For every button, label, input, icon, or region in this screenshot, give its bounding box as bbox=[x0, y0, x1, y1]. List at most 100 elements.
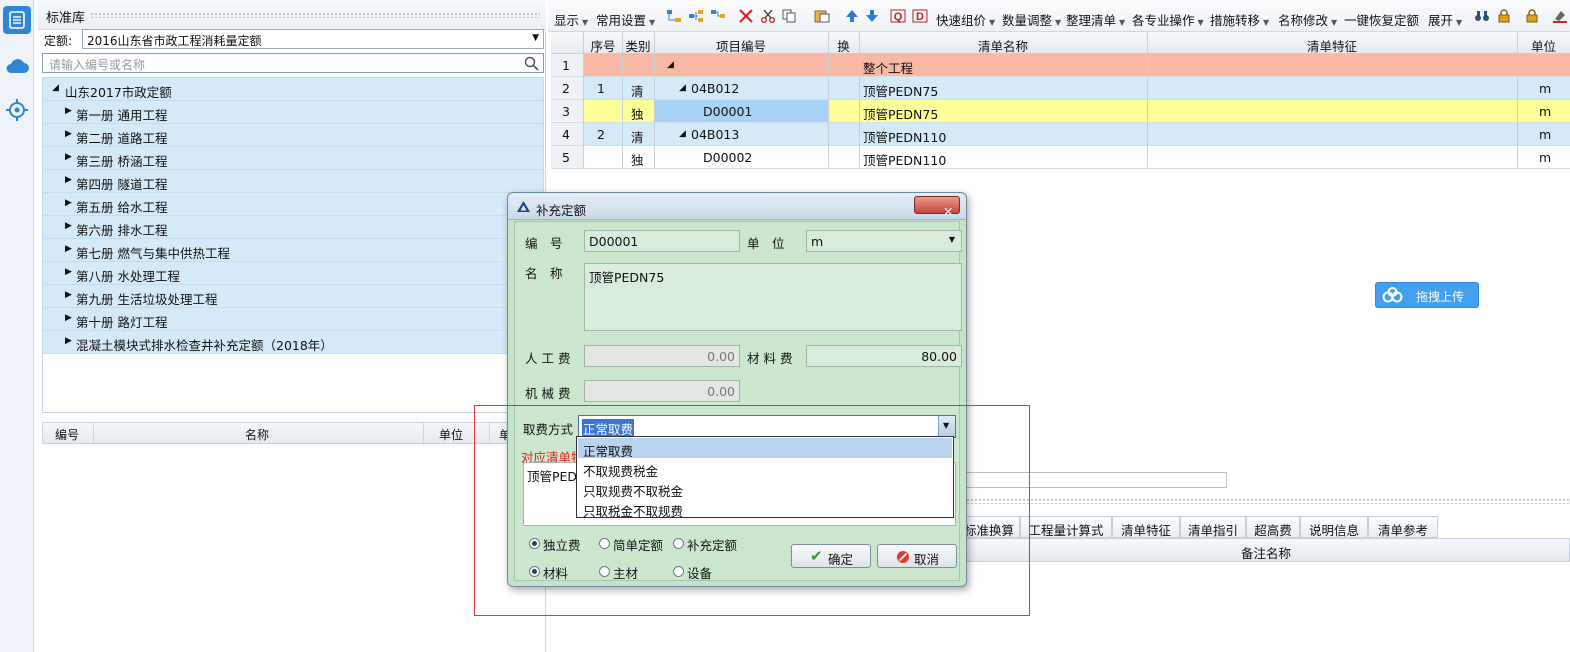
tab-quantity-formula[interactable]: 工程量计算式 bbox=[1020, 516, 1112, 538]
tree-item[interactable]: ▶ 第二册 道路工程 bbox=[43, 124, 543, 147]
tree-item[interactable]: ▶ 第四册 隧道工程 bbox=[43, 170, 543, 193]
toolbar-common-settings[interactable]: 常用设置 ▼ bbox=[596, 10, 655, 29]
column-header-name: 清单名称 bbox=[977, 39, 1028, 54]
tree-item[interactable]: ▶ 第七册 燃气与集中供热工程 bbox=[43, 239, 543, 262]
upload-button-label: 拖拽上传 bbox=[1416, 290, 1465, 304]
collapsed-triangle-icon[interactable]: ▶ bbox=[65, 313, 72, 323]
move-up-icon[interactable] bbox=[844, 9, 860, 23]
paste-icon[interactable] bbox=[814, 9, 830, 23]
table-row[interactable]: 2 1 清 ◢ 04B012 顶管PEDN75 m bbox=[551, 77, 1570, 100]
code-field[interactable]: D00001 bbox=[584, 230, 740, 252]
dialog-title-bar[interactable]: 补充定额 ✕ bbox=[508, 193, 966, 220]
left-icon-rail bbox=[0, 0, 34, 652]
collapsed-triangle-icon[interactable]: ▶ bbox=[65, 290, 72, 300]
collapsed-triangle-icon[interactable]: ▶ bbox=[65, 129, 72, 139]
tree-item[interactable]: ▶ 第三册 桥涵工程 bbox=[43, 147, 543, 170]
collapsed-triangle-icon[interactable]: ▶ bbox=[65, 244, 72, 254]
column-header-unit: 单位 bbox=[439, 428, 464, 442]
close-button[interactable]: ✕ bbox=[914, 196, 960, 219]
document-list-icon[interactable] bbox=[3, 6, 31, 34]
cut-icon[interactable] bbox=[760, 9, 776, 23]
tab-description[interactable]: 说明信息 bbox=[1300, 516, 1368, 538]
machine-fee-field[interactable]: 0.00 bbox=[584, 380, 740, 402]
expanded-triangle-icon[interactable]: ◢ bbox=[52, 83, 59, 93]
toolbar-specialty-ops[interactable]: 各专业操作 ▼ bbox=[1132, 10, 1204, 29]
cell-type: 独 bbox=[631, 153, 644, 168]
tree-move-icon[interactable] bbox=[710, 9, 726, 23]
tab-list-reference[interactable]: 清单参考 bbox=[1368, 516, 1438, 538]
toolbar-expand[interactable]: 展开 ▼ bbox=[1428, 10, 1462, 29]
code-label: 编 号 bbox=[525, 236, 563, 251]
expanded-triangle-icon[interactable]: ◢ bbox=[667, 60, 674, 70]
material-fee-field[interactable]: 80.00 bbox=[806, 345, 962, 367]
tree-item[interactable]: ▶ 第五册 给水工程 bbox=[43, 193, 543, 216]
toolbar-display[interactable]: 显示 ▼ bbox=[554, 10, 588, 29]
library-search-input[interactable]: 请输入编号或名称 bbox=[42, 53, 544, 73]
chevron-down-icon: ▼ bbox=[989, 18, 996, 27]
drag-upload-button[interactable]: 拖拽上传 bbox=[1375, 282, 1479, 308]
cell-unit: m bbox=[1539, 150, 1552, 165]
toolbar-quantity-adjust[interactable]: 数量调整 ▼ bbox=[1002, 10, 1061, 29]
column-header-code: 编号 bbox=[55, 428, 80, 442]
define-icon[interactable]: D bbox=[912, 9, 928, 23]
cloud-icon[interactable] bbox=[3, 52, 31, 80]
tree-root[interactable]: ◢ 山东2017市政定额 bbox=[43, 78, 543, 101]
collapsed-triangle-icon[interactable]: ▶ bbox=[65, 336, 72, 346]
collapsed-triangle-icon[interactable]: ▶ bbox=[65, 267, 72, 277]
lock-icon[interactable] bbox=[1496, 9, 1512, 23]
cell-name: 整个工程 bbox=[863, 61, 914, 76]
name-textarea[interactable]: 顶管PEDN75 bbox=[584, 263, 962, 331]
tab-list-feature[interactable]: 清单特征 bbox=[1112, 516, 1180, 538]
unit-select[interactable]: m ▼ bbox=[806, 230, 962, 252]
table-row[interactable]: 5 独 D00002 顶管PEDN110 m bbox=[551, 146, 1570, 169]
collapsed-triangle-icon[interactable]: ▶ bbox=[65, 221, 72, 231]
highlight-annotation-box bbox=[474, 405, 1030, 616]
collapsed-triangle-icon[interactable]: ▶ bbox=[65, 106, 72, 116]
tree-item[interactable]: ▶ 第八册 水处理工程 bbox=[43, 262, 543, 285]
column-header-seq: 序号 bbox=[590, 39, 616, 54]
tree-item[interactable]: ▶ 第十册 路灯工程 bbox=[43, 308, 543, 331]
library-title: 标准库 bbox=[46, 11, 86, 26]
title-grip bbox=[90, 12, 540, 18]
toolbar-restore-quota[interactable]: 一键恢复定额 bbox=[1344, 10, 1419, 29]
labor-fee-field[interactable]: 0.00 bbox=[584, 345, 740, 367]
toolbar-organize-list[interactable]: 整理清单 ▼ bbox=[1066, 10, 1125, 29]
tree-item[interactable]: ▶ 第六册 排水工程 bbox=[43, 216, 543, 239]
chevron-down-icon: ▼ bbox=[1197, 18, 1204, 27]
tree-item[interactable]: ▶ 第九册 生活垃圾处理工程 bbox=[43, 285, 543, 308]
search-icon[interactable] bbox=[524, 56, 539, 71]
expanded-triangle-icon[interactable]: ◢ bbox=[679, 129, 686, 139]
move-down-icon[interactable] bbox=[864, 9, 880, 23]
toolbar-rename[interactable]: 名称修改 ▼ bbox=[1278, 10, 1337, 29]
quota-select[interactable]: 2016山东省市政工程消耗量定额 ▼ bbox=[82, 29, 544, 49]
row-number: 3 bbox=[562, 104, 570, 119]
expanded-triangle-icon[interactable]: ◢ bbox=[679, 83, 686, 93]
target-icon[interactable] bbox=[3, 96, 31, 124]
cell-unit: m bbox=[1539, 104, 1552, 119]
collapsed-triangle-icon[interactable]: ▶ bbox=[65, 175, 72, 185]
color-icon[interactable] bbox=[1552, 9, 1568, 23]
tree-add-child-icon[interactable] bbox=[688, 9, 704, 23]
tree-item[interactable]: ▶ 第一册 通用工程 bbox=[43, 101, 543, 124]
query-icon[interactable]: Q bbox=[890, 9, 906, 23]
collapsed-triangle-icon[interactable]: ▶ bbox=[65, 198, 72, 208]
toolbar-quick-pricing[interactable]: 快速组价 ▼ bbox=[936, 10, 995, 29]
tab-list-guide[interactable]: 清单指引 bbox=[1180, 516, 1246, 538]
collapsed-triangle-icon[interactable]: ▶ bbox=[65, 152, 72, 162]
cell-type: 清 bbox=[631, 84, 644, 99]
copy-icon[interactable] bbox=[782, 9, 798, 23]
splitter-grip[interactable] bbox=[958, 498, 1570, 504]
tree-item[interactable]: ▶ 混凝土模块式排水检查井补充定额（2018年） bbox=[43, 331, 543, 354]
delete-icon[interactable] bbox=[738, 9, 754, 23]
tree-insert-icon[interactable] bbox=[666, 9, 682, 23]
row-number: 5 bbox=[562, 150, 570, 165]
baidu-cloud-icon bbox=[1382, 287, 1403, 303]
lock-icon[interactable] bbox=[1524, 9, 1540, 23]
table-row[interactable]: 4 2 清 ◢ 04B013 顶管PEDN110 m bbox=[551, 123, 1570, 146]
toolbar-measure-transfer[interactable]: 措施转移 ▼ bbox=[1210, 10, 1269, 29]
find-icon[interactable] bbox=[1474, 9, 1490, 23]
table-row[interactable]: 3 独 D00001 顶管PEDN75 m bbox=[551, 100, 1570, 123]
tab-overheight-fee[interactable]: 超高费 bbox=[1246, 516, 1300, 538]
unit-label: 单 位 bbox=[747, 236, 785, 251]
table-row[interactable]: 1 ◢ 整个工程 bbox=[551, 54, 1570, 77]
